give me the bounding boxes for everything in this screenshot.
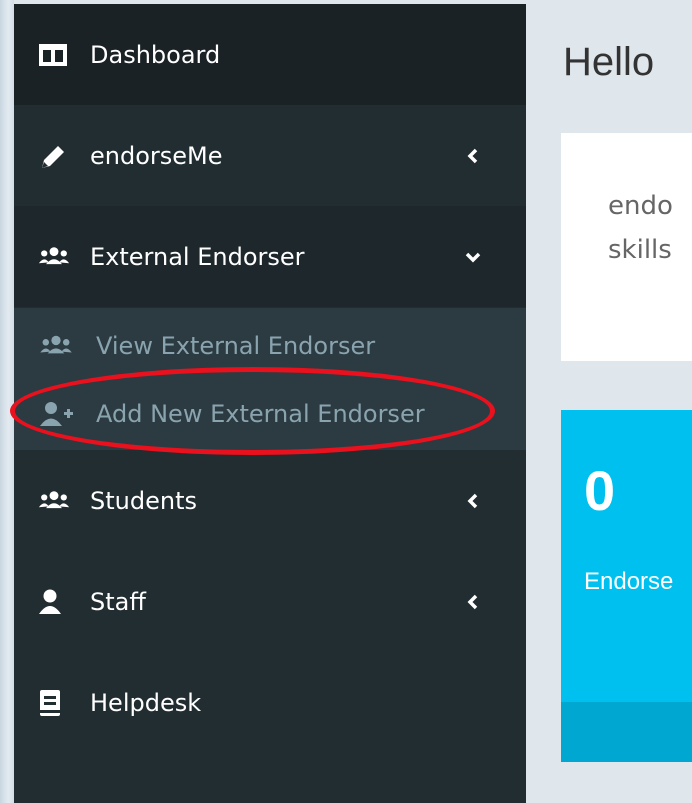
sidebar-item-helpdesk[interactable]: Helpdesk xyxy=(14,652,526,753)
columns-icon xyxy=(39,43,67,66)
sidebar-item-endorseme[interactable]: endorseMe xyxy=(14,105,526,206)
sidebar-item-staff[interactable]: Staff xyxy=(14,551,526,652)
stat-tile: 0 Endorse xyxy=(561,410,692,762)
card-text-line: skills xyxy=(608,235,672,265)
sidebar: Dashboard endorseMe External Endorser Vi… xyxy=(14,4,526,803)
submenu-item-label: View External Endorser xyxy=(96,332,376,360)
sidebar-item-label: Helpdesk xyxy=(90,688,202,717)
user-plus-icon xyxy=(40,402,73,426)
chevron-left-icon xyxy=(467,148,478,163)
sidebar-item-label: Staff xyxy=(90,587,146,616)
chevron-down-icon xyxy=(465,252,481,262)
stat-caption: Endorse xyxy=(584,568,674,595)
sidebar-item-label: endorseMe xyxy=(90,141,223,170)
sidebar-item-label: External Endorser xyxy=(90,242,305,271)
page-title: Hello xyxy=(563,40,655,84)
sidebar-item-external-endorser[interactable]: External Endorser xyxy=(14,206,526,307)
chevron-left-icon xyxy=(467,493,478,508)
stat-value: 0 xyxy=(584,459,616,522)
user-icon xyxy=(39,589,61,614)
book-icon xyxy=(40,689,60,716)
users-icon xyxy=(38,490,70,508)
submenu-external-endorser: View External Endorser Add New External … xyxy=(14,308,526,450)
sidebar-item-label: Dashboard xyxy=(90,40,221,69)
sidebar-item-label: Students xyxy=(90,486,197,515)
users-icon xyxy=(40,335,72,354)
card-text-line: endo xyxy=(608,191,673,221)
info-card: endo skills xyxy=(561,133,692,361)
submenu-item-add-new-external-endorser[interactable]: Add New External Endorser xyxy=(14,386,526,442)
pencil-icon xyxy=(42,145,64,168)
chevron-left-icon xyxy=(467,594,478,609)
sidebar-item-students[interactable]: Students xyxy=(14,450,526,551)
submenu-item-label: Add New External Endorser xyxy=(96,400,425,428)
sidebar-item-dashboard[interactable]: Dashboard xyxy=(14,4,526,105)
stat-tile-footer-link[interactable] xyxy=(561,702,692,762)
background-edge xyxy=(0,0,14,803)
users-icon xyxy=(38,246,70,264)
submenu-item-view-external-endorser[interactable]: View External Endorser xyxy=(14,318,526,374)
